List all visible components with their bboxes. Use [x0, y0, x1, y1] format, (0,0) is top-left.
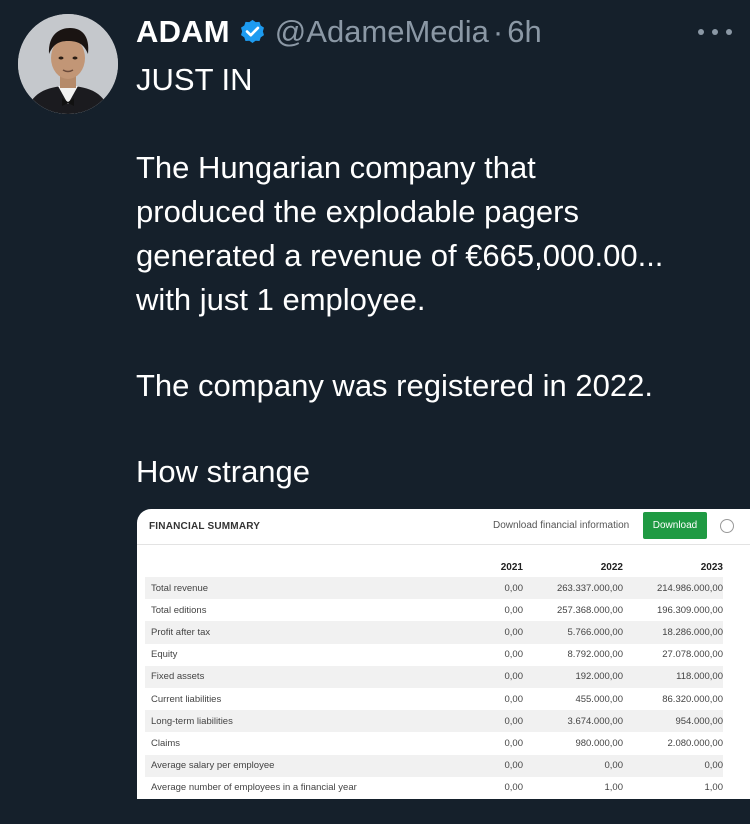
- table-cell: 214.986.000,00: [623, 577, 723, 600]
- row-label: Total editions: [151, 604, 207, 616]
- tweet-line: with just 1 employee.: [136, 282, 426, 317]
- separator-dot: ·: [492, 14, 504, 49]
- author-name[interactable]: ADAM: [136, 14, 230, 50]
- table-cell: 0,00: [445, 577, 523, 600]
- verified-badge-icon: [238, 18, 267, 47]
- table-row: Current liabilities 0,00 455.000,00 86.3…: [145, 688, 723, 710]
- table-cell: 196.309.000,00: [656, 604, 723, 616]
- row-label: Total revenue: [145, 577, 445, 600]
- table-cell: 257.368.000,00: [556, 604, 623, 616]
- table-row: Profit after tax 0,00 5.766.000,00 18.28…: [145, 621, 723, 644]
- table-cell: 0,00: [523, 754, 623, 777]
- table-row: Claims 0,00 980.000,00 2.080.000,00: [145, 732, 723, 754]
- table-cell: 1,00: [604, 782, 624, 794]
- table-header-row: 2021 2022 2023: [145, 557, 723, 577]
- column-header: 2023: [700, 561, 723, 573]
- table-cell: 118.000,00: [623, 665, 723, 688]
- tweet-line: generated a revenue of €665,000.00...: [136, 238, 664, 273]
- table-cell: 0,00: [504, 604, 524, 616]
- table-cell: 1,00: [704, 782, 724, 794]
- tweet-line: produced the explodable pagers: [136, 194, 579, 229]
- table-cell: 27.078.000,00: [662, 649, 723, 661]
- table-cell: 192.000,00: [523, 665, 623, 688]
- table-cell: 0,00: [504, 782, 524, 794]
- table-cell: 5.766.000,00: [523, 621, 623, 644]
- tweet-text: JUST IN The Hungarian company that produ…: [136, 58, 736, 494]
- tweet-time[interactable]: 6h: [507, 14, 541, 50]
- tweet-line: The company was registered in 2022.: [136, 368, 653, 403]
- table-row: Long-term liabilities 0,00 3.674.000,00 …: [145, 710, 723, 733]
- more-horizontal-icon[interactable]: [698, 22, 732, 42]
- table-cell: 2.080.000,00: [667, 737, 723, 749]
- row-label: Long-term liabilities: [145, 710, 445, 733]
- table-cell: 0,00: [623, 754, 723, 777]
- download-button: Download: [643, 512, 707, 539]
- row-label: Current liabilities: [151, 693, 222, 705]
- row-label: Average number of employees in a financi…: [151, 782, 357, 794]
- table-cell: 0,00: [445, 665, 523, 688]
- table-cell: 954.000,00: [623, 710, 723, 733]
- avatar[interactable]: [18, 14, 118, 114]
- table-cell: 263.337.000,00: [523, 577, 623, 600]
- table-cell: 0,00: [504, 693, 524, 705]
- table-cell: 0,00: [445, 621, 523, 644]
- tweet-header: ADAM @AdameMedia · 6h: [136, 14, 542, 50]
- table-cell: 3.674.000,00: [523, 710, 623, 733]
- table-cell: 455.000,00: [575, 693, 623, 705]
- table-row: Equity 0,00 8.792.000,00 27.078.000,00: [145, 644, 723, 666]
- table-row: Average number of employees in a financi…: [145, 777, 723, 799]
- avatar-photo: [18, 14, 118, 114]
- download-label: Download financial information: [493, 520, 630, 531]
- column-header: 2021: [500, 561, 523, 573]
- column-header: [145, 557, 445, 577]
- divider: [137, 544, 750, 545]
- row-label: Profit after tax: [145, 621, 445, 644]
- table-cell: 980.000,00: [575, 737, 623, 749]
- row-label: Claims: [151, 737, 181, 749]
- financial-summary-title: FINANCIAL SUMMARY: [149, 521, 261, 532]
- table-row: Total revenue 0,00 263.337.000,00 214.98…: [145, 577, 723, 600]
- table-cell: 0,00: [504, 649, 524, 661]
- table-row: Average salary per employee 0,00 0,00 0,…: [145, 754, 723, 777]
- table-cell: 0,00: [445, 754, 523, 777]
- row-label: Average salary per employee: [145, 754, 445, 777]
- tweet-line: The Hungarian company that: [136, 150, 536, 185]
- table-cell: 0,00: [445, 710, 523, 733]
- table-cell: 18.286.000,00: [623, 621, 723, 644]
- row-label: Equity: [151, 649, 178, 661]
- table-row: Fixed assets 0,00 192.000,00 118.000,00: [145, 665, 723, 688]
- table-row: Total editions 0,00 257.368.000,00 196.3…: [145, 599, 723, 621]
- financial-table: 2021 2022 2023 Total revenue 0,00 263.33…: [145, 557, 723, 799]
- tweet-image[interactable]: FINANCIAL SUMMARY Download financial inf…: [137, 509, 750, 799]
- table-cell: 8.792.000,00: [567, 649, 623, 661]
- tweet-line: JUST IN: [136, 62, 253, 97]
- table-cell: 0,00: [504, 737, 524, 749]
- table-cell: 86.320.000,00: [662, 693, 723, 705]
- column-header: 2022: [600, 561, 623, 573]
- tweet-line: How strange: [136, 454, 311, 489]
- info-icon: [720, 519, 734, 533]
- author-handle[interactable]: @AdameMedia: [275, 14, 489, 50]
- row-label: Fixed assets: [145, 665, 445, 688]
